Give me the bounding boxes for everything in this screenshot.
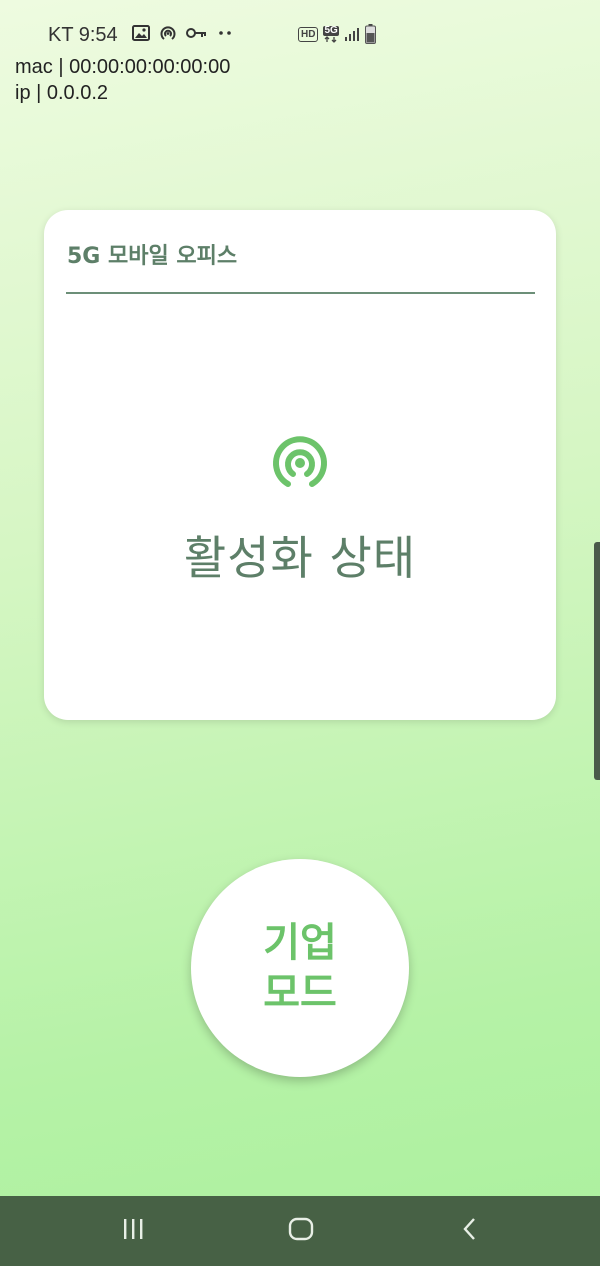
- status-bar: KT 9:54 HD 5G: [0, 0, 600, 60]
- mode-button-line1: 기업: [263, 920, 337, 966]
- hd-voice-icon: HD: [298, 26, 319, 42]
- 5g-data-icon: 5G: [323, 24, 339, 43]
- status-icons-right: HD 5G: [298, 24, 376, 44]
- home-icon: [288, 1217, 314, 1245]
- mac-address: mac | 00:00:00:00:00:00: [15, 56, 231, 78]
- signal-icon: [344, 26, 360, 42]
- carrier-time: KT 9:54: [48, 24, 118, 46]
- key-icon: [186, 26, 208, 40]
- battery-icon: [364, 24, 376, 44]
- recents-button[interactable]: [113, 1216, 153, 1246]
- status-icons-left: [132, 24, 233, 42]
- card-divider: [66, 292, 535, 294]
- device-info: mac | 00:00:00:00:00:00 ip | 0.0.0.2: [15, 54, 230, 106]
- edge-panel-handle[interactable]: [594, 542, 600, 780]
- status-card: 5G 모바일 오피스 활성화 상태: [44, 210, 556, 720]
- ip-address: ip | 0.0.0.2: [15, 82, 109, 104]
- enterprise-mode-button[interactable]: 기업 모드: [191, 859, 409, 1077]
- hotspot-icon: [159, 24, 177, 42]
- back-button[interactable]: [450, 1216, 490, 1246]
- navigation-bar: [0, 1196, 600, 1266]
- card-title: 5G 모바일 오피스: [67, 244, 238, 269]
- 5g-label: 5G: [323, 24, 339, 36]
- hotspot-icon: [268, 430, 332, 494]
- home-button[interactable]: [281, 1216, 321, 1246]
- more-dots-icon: [217, 30, 233, 36]
- mode-button-line2: 모드: [263, 970, 337, 1016]
- recents-icon: [121, 1218, 145, 1244]
- back-icon: [462, 1217, 478, 1245]
- image-icon: [132, 25, 150, 41]
- status-text: 활성화 상태: [183, 531, 417, 585]
